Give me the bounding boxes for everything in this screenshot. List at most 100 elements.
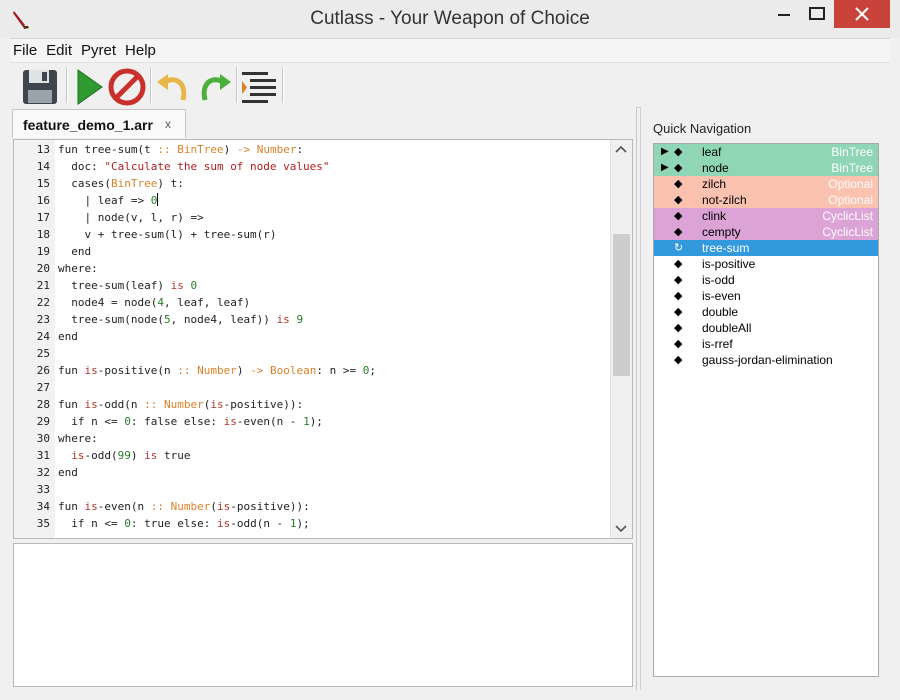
line-code: fun is-even(n :: Number(is-positive)): <box>58 500 310 513</box>
code-line: 23 tree-sum(node(5, node4, leaf)) is 9 <box>14 311 610 328</box>
maximize-icon <box>809 7 825 20</box>
code-line: 33 <box>14 481 610 498</box>
nav-item-double[interactable]: ◆ double <box>654 304 878 320</box>
line-number: 13 <box>36 143 50 156</box>
scrollbar-thumb[interactable] <box>613 234 630 376</box>
indent-icon <box>242 72 276 103</box>
line-code: if n <= 0: false else: is-even(n - 1); <box>58 415 323 428</box>
code-line: 15 cases(BinTree) t: <box>14 175 610 192</box>
line-code: node4 = node(4, leaf, leaf) <box>58 296 251 309</box>
undo-icon <box>157 74 187 101</box>
nav-item-type: CyclicList <box>822 209 873 223</box>
nav-item-label: doubleAll <box>702 321 752 335</box>
expand-arrow-icon[interactable]: ▶ <box>661 144 671 160</box>
nav-item-is-rref[interactable]: ◆ is-rref <box>654 336 878 352</box>
code-line: 30 where: <box>14 430 610 447</box>
code-line: 14 doc: "Calculate the sum of node value… <box>14 158 610 175</box>
line-number: 17 <box>36 211 50 224</box>
run-button[interactable] <box>70 66 110 106</box>
undo-button[interactable] <box>153 66 193 106</box>
scroll-up-icon[interactable] <box>614 143 628 157</box>
nav-item-not-zilch[interactable]: ◆ not-zilch Optional <box>654 192 878 208</box>
code-line: 27 <box>14 379 610 396</box>
line-code: is-odd(99) is true <box>71 449 191 462</box>
recursive-function-icon: ↻ <box>674 242 684 254</box>
line-number: 34 <box>36 500 50 513</box>
window-title: Cutlass - Your Weapon of Choice <box>310 8 590 29</box>
quick-navigation-pane: Quick Navigation ▶ ◆ leaf BinTree ▶ ◆ node BinT… <box>640 107 891 690</box>
stop-button[interactable] <box>107 66 147 106</box>
code-line: 21 tree-sum(leaf) is 0 <box>14 277 610 294</box>
nav-item-tree-sum[interactable]: ↻ tree-sum <box>654 240 878 256</box>
definition-bullet-icon: ◆ <box>674 210 683 222</box>
nav-item-is-odd[interactable]: ◆ is-odd <box>654 272 878 288</box>
line-code: where: <box>58 432 98 445</box>
line-number: 30 <box>36 432 50 445</box>
definition-bullet-icon: ◆ <box>674 162 683 174</box>
toolbar-separator <box>150 67 152 103</box>
nav-item-label: node <box>702 161 729 175</box>
code-line: 31 is-odd(99) is true <box>14 447 610 464</box>
code-line: 16 | leaf => 0 <box>14 192 610 209</box>
code-editor[interactable]: 13 fun tree-sum(t :: BinTree) -> Number: 1… <box>13 139 633 539</box>
definition-bullet-icon: ◆ <box>674 258 683 270</box>
save-button[interactable] <box>20 66 60 106</box>
nav-item-label: zilch <box>702 177 727 191</box>
line-number: 28 <box>36 398 50 411</box>
nav-item-type: BinTree <box>831 161 873 175</box>
line-code: v + tree-sum(l) + tree-sum(r) <box>58 228 277 241</box>
menu-help[interactable]: Help <box>122 39 162 59</box>
title-bar: Cutlass - Your Weapon of Choice <box>0 0 900 38</box>
line-number: 22 <box>36 296 50 309</box>
nav-item-gauss-jordan-elimination[interactable]: ◆ gauss-jordan-elimination <box>654 352 878 368</box>
definition-bullet-icon: ◆ <box>674 338 683 350</box>
menu-file[interactable]: File <box>10 39 43 59</box>
format-button[interactable] <box>239 66 279 106</box>
line-number: 15 <box>36 177 50 190</box>
code-line: 19 end <box>14 243 610 260</box>
line-code: end <box>58 245 92 258</box>
line-code: fun tree-sum(t :: BinTree) -> Number: <box>58 143 304 156</box>
code-line: 25 <box>14 345 610 362</box>
nav-item-clink[interactable]: ◆ clink CyclicList <box>654 208 878 224</box>
close-window-button[interactable] <box>834 0 890 28</box>
code-line: 18 v + tree-sum(l) + tree-sum(r) <box>14 226 610 243</box>
play-icon <box>77 69 103 105</box>
redo-icon <box>201 74 231 101</box>
line-number: 33 <box>36 483 50 496</box>
redo-button[interactable] <box>195 66 235 106</box>
nav-item-is-positive[interactable]: ◆ is-positive <box>654 256 878 272</box>
definition-bullet-icon: ◆ <box>674 290 683 302</box>
nav-item-doubleAll[interactable]: ◆ doubleAll <box>654 320 878 336</box>
menu-pyret[interactable]: Pyret <box>78 39 122 59</box>
output-console[interactable] <box>13 543 633 687</box>
menu-edit[interactable]: Edit <box>43 39 78 59</box>
code-line: 29 if n <= 0: false else: is-even(n - 1)… <box>14 413 610 430</box>
code-line: 20 where: <box>14 260 610 277</box>
tab-feature-demo[interactable]: feature_demo_1.arr x <box>12 109 186 138</box>
text-caret <box>157 193 159 206</box>
nav-item-type: Optional <box>828 177 873 191</box>
minimize-icon <box>778 14 790 16</box>
line-code: | leaf => 0 <box>58 193 159 207</box>
quick-navigation-list: ▶ ◆ leaf BinTree ▶ ◆ node BinTree ◆ zilch Optional… <box>653 143 879 677</box>
expand-arrow-icon[interactable]: ▶ <box>661 160 671 176</box>
definition-bullet-icon: ◆ <box>674 226 683 238</box>
minimize-button[interactable] <box>766 0 802 28</box>
tab-close-button[interactable]: x <box>165 117 171 131</box>
vertical-scrollbar[interactable] <box>610 140 632 538</box>
definition-bullet-icon: ◆ <box>674 274 683 286</box>
nav-item-node[interactable]: ▶ ◆ node BinTree <box>654 160 878 176</box>
nav-item-is-even[interactable]: ◆ is-even <box>654 288 878 304</box>
maximize-button[interactable] <box>802 0 832 28</box>
nav-item-leaf[interactable]: ▶ ◆ leaf BinTree <box>654 144 878 160</box>
scroll-down-icon[interactable] <box>614 521 628 535</box>
nav-item-cempty[interactable]: ◆ cempty CyclicList <box>654 224 878 240</box>
code-line: 13 fun tree-sum(t :: BinTree) -> Number: <box>14 141 610 158</box>
nav-item-zilch[interactable]: ◆ zilch Optional <box>654 176 878 192</box>
line-number: 25 <box>36 347 50 360</box>
code-line: 24 end <box>14 328 610 345</box>
stop-icon <box>108 68 146 106</box>
nav-item-label: is-odd <box>702 273 735 287</box>
line-number: 26 <box>36 364 50 377</box>
